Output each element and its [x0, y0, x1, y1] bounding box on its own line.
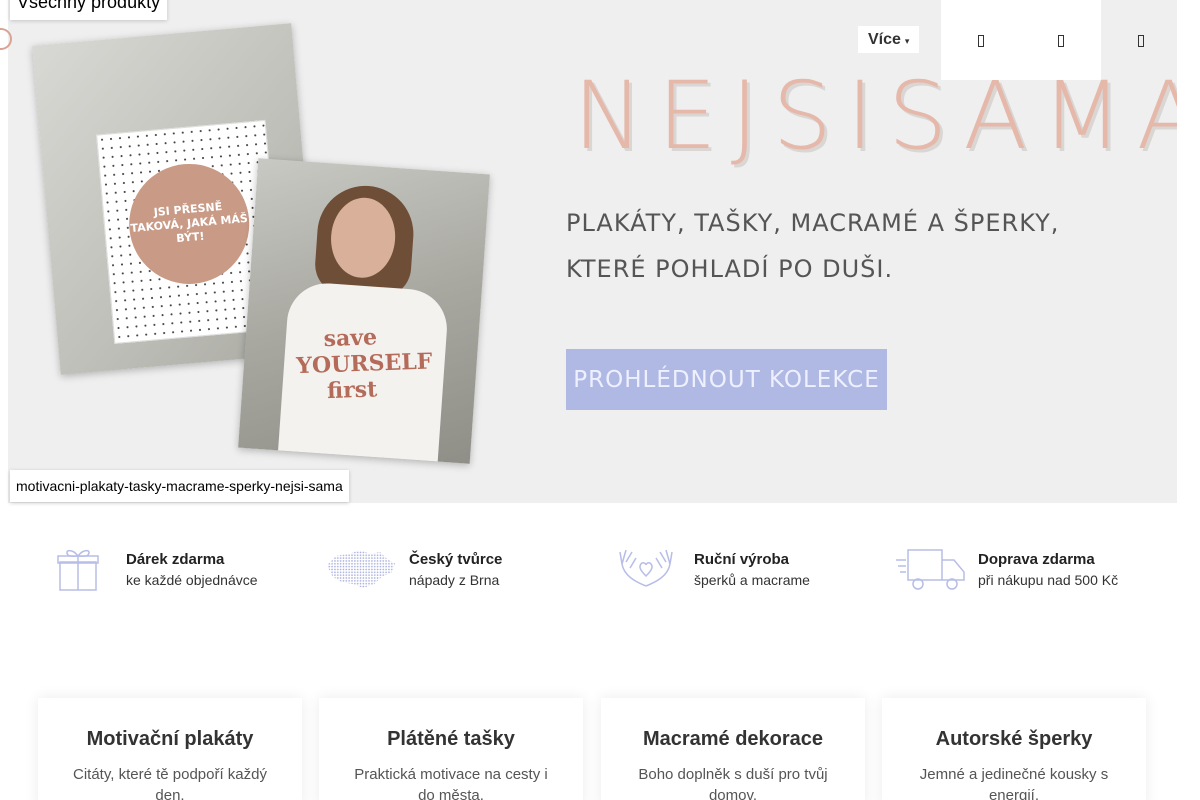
header-actions-panel	[941, 0, 1101, 80]
cart-icon[interactable]	[1134, 30, 1148, 52]
category-card-posters[interactable]: Motivační plakáty Citáty, které tě podpo…	[38, 698, 302, 800]
poster-circle: JSI PŘESNĚ TAKOVÁ, JAKÁ MÁŠ BÝT!	[124, 158, 255, 289]
feature-subtitle: ke každé objednávce	[126, 572, 258, 588]
category-title: Macramé dekorace	[642, 728, 824, 750]
category-description: Praktická motivace na cesty i do města.	[354, 766, 548, 800]
hero-photo-collage: JSI PŘESNĚ TAKOVÁ, JAKÁ MÁŠ BÝT! save YO…	[8, 0, 548, 503]
browse-collections-button[interactable]: PROHLÉDNOUT KOLEKCE	[566, 349, 887, 410]
search-icon[interactable]	[974, 30, 988, 52]
category-title: Autorské šperky	[935, 728, 1093, 750]
tagline-line-2: KTERÉ POHLADÍ PO DUŠI.	[566, 255, 894, 283]
category-card-macrame[interactable]: Macramé dekorace Boho doplněk s duší pro…	[601, 698, 865, 800]
category-description: Jemné a jedinečné kousky s energií.	[919, 766, 1109, 800]
category-title: Plátěné tašky	[387, 728, 515, 750]
feature-subtitle: nápady z Brna	[409, 572, 500, 588]
hands-heart-icon	[610, 545, 682, 593]
category-description: Citáty, které tě podpoří každý den.	[73, 766, 267, 800]
category-title: Motivační plakáty	[86, 728, 254, 750]
user-icon-glyph	[1058, 35, 1064, 47]
feature-title: Doprava zdarma	[978, 551, 1095, 568]
feature-free-shipping: Doprava zdarma při nákupu nad 500 Kč	[894, 545, 1118, 593]
gift-icon	[42, 545, 114, 593]
cart-icon-glyph	[1138, 35, 1144, 47]
hero-tagline: PLAKÁTY, TAŠKY, MACRAMÉ A ŠPERKY, KTERÉ …	[566, 200, 1059, 292]
feature-gift: Dárek zdarma ke každé objednávce	[42, 545, 258, 593]
category-card-bags[interactable]: Plátěné tašky Praktická motivace na cest…	[319, 698, 583, 800]
search-icon-glyph	[978, 35, 984, 47]
feature-czech-maker: Český tvůrce nápady z Brna	[325, 545, 502, 593]
poster-text: JSI PŘESNĚ TAKOVÁ, JAKÁ MÁŠ BÝT!	[130, 200, 249, 246]
feature-handmade: Ruční výroba šperků a macrame	[610, 545, 810, 593]
shirt-text: save YOURSELF first	[295, 324, 433, 405]
feature-subtitle: šperků a macrame	[694, 572, 810, 588]
feature-title: Český tvůrce	[409, 551, 503, 568]
category-card-jewelry[interactable]: Autorské šperky Jemné a jedinečné kousky…	[882, 698, 1146, 800]
czech-map-icon	[325, 545, 397, 593]
user-icon[interactable]	[1054, 30, 1068, 52]
hero-image-alt-text: motivacni-plakaty-tasky-macrame-sperky-n…	[10, 470, 349, 502]
more-menu-button[interactable]: Více ▾	[858, 26, 920, 53]
feature-subtitle: při nákupu nad 500 Kč	[978, 572, 1119, 588]
more-menu-label: Více	[868, 31, 901, 48]
chevron-down-icon: ▾	[904, 36, 910, 46]
tagline-line-1: PLAKÁTY, TAŠKY, MACRAMÉ A ŠPERKY,	[566, 209, 1060, 237]
hero-photo-shirt: save YOURSELF first	[238, 158, 490, 464]
all-products-link[interactable]: Všechny produkty	[10, 0, 168, 20]
category-description: Boho doplněk s duší pro tvůj domov.	[638, 766, 828, 800]
truck-icon	[894, 545, 966, 593]
feature-title: Dárek zdarma	[126, 551, 225, 568]
feature-title: Ruční výroba	[694, 551, 790, 568]
